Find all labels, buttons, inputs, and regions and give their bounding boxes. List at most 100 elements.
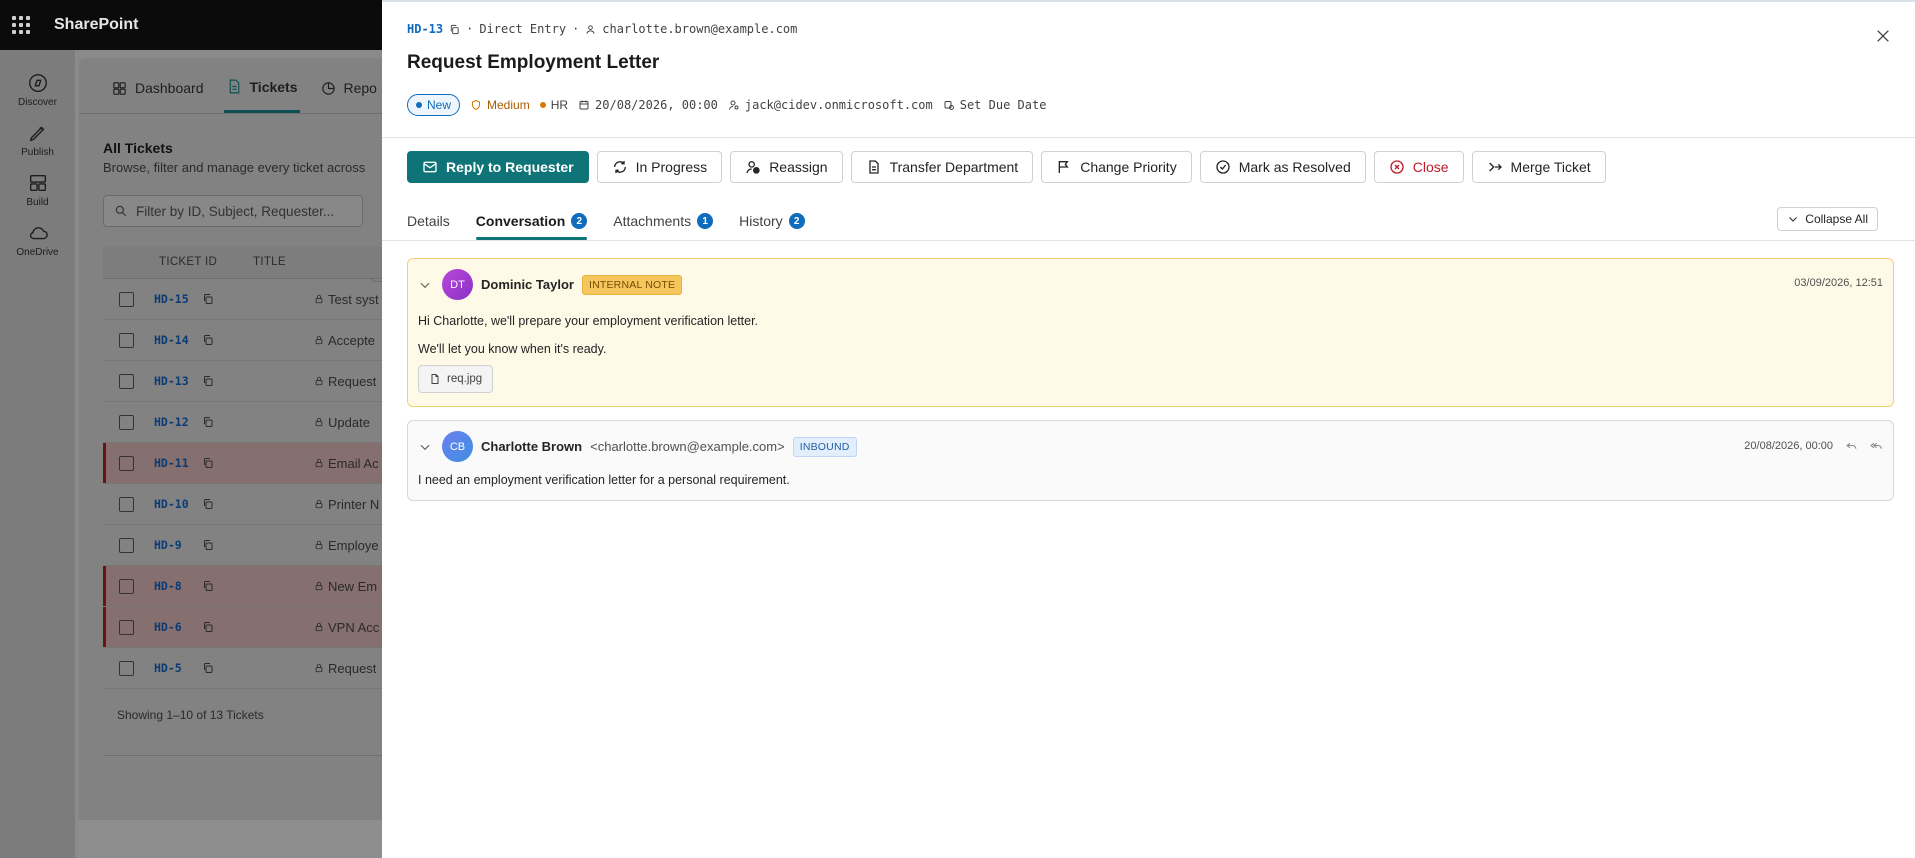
brand-name[interactable]: SharePoint	[54, 16, 138, 34]
copy-icon[interactable]	[449, 24, 460, 35]
chevron-down-icon[interactable]	[418, 440, 432, 454]
assignee-chip[interactable]: jack@cidev.onmicrosoft.com	[728, 98, 933, 112]
row-ticket-id[interactable]: HD-6	[154, 620, 198, 634]
message-internal-note: DT Dominic Taylor INTERNAL NOTE 03/09/20…	[407, 258, 1894, 407]
table-row[interactable]: HD-12 Update	[103, 402, 419, 443]
in-progress-button[interactable]: In Progress	[596, 151, 723, 183]
close-ticket-button[interactable]: Close	[1373, 151, 1464, 183]
sender-name: Charlotte Brown	[481, 439, 583, 454]
row-ticket-id[interactable]: HD-9	[154, 538, 198, 552]
rail-item-build[interactable]: Build	[0, 165, 75, 215]
row-ticket-id[interactable]: HD-8	[154, 579, 198, 593]
reply-to-requester-button[interactable]: Reply to Requester	[407, 151, 589, 183]
row-checkbox[interactable]	[119, 373, 134, 389]
table-row[interactable]: HD-13 Request	[103, 361, 419, 402]
copy-icon[interactable]	[202, 498, 214, 510]
attachment-chip[interactable]: req.jpg	[418, 365, 494, 393]
rail-item-discover[interactable]: Discover	[0, 65, 75, 115]
row-ticket-id[interactable]: HD-11	[154, 456, 198, 470]
app-launcher-icon[interactable]	[0, 0, 42, 50]
department-chip[interactable]: HR	[539, 98, 568, 112]
row-ticket-id[interactable]: HD-13	[154, 374, 198, 388]
table-row[interactable]: HD-6 VPN Acc	[103, 607, 419, 648]
transfer-department-button[interactable]: Transfer Department	[850, 151, 1034, 183]
tab-attachments[interactable]: Attachments 1	[613, 204, 714, 238]
table-row[interactable]: HD-9 Employe	[103, 525, 419, 566]
row-ticket-id[interactable]: HD-15	[154, 292, 198, 306]
message-header: DT Dominic Taylor INTERNAL NOTE	[418, 269, 683, 300]
row-checkbox[interactable]	[119, 291, 134, 307]
button-label: Reassign	[769, 159, 828, 175]
tab-details[interactable]: Details	[407, 204, 450, 238]
chevron-down-icon[interactable]	[418, 278, 432, 292]
tab-reports[interactable]: Repo	[318, 63, 379, 113]
tickets-app: Dashboard Tickets Repo All Tickets Brows…	[79, 58, 419, 858]
status-badge[interactable]: New	[407, 94, 461, 116]
row-checkbox[interactable]	[119, 578, 134, 594]
tab-tickets[interactable]: Tickets	[223, 63, 300, 113]
copy-icon[interactable]	[202, 457, 214, 469]
table-row[interactable]: HD-5 Request	[103, 648, 419, 689]
reply-icon[interactable]	[1845, 439, 1858, 452]
row-checkbox[interactable]	[119, 496, 134, 512]
message-line: Hi Charlotte, we'll prepare your employm…	[418, 314, 759, 328]
count-badge: 2	[571, 213, 588, 229]
row-checkbox[interactable]	[119, 414, 134, 430]
tab-dashboard[interactable]: Dashboard	[109, 63, 206, 113]
copy-icon[interactable]	[202, 416, 214, 428]
rail-label: Discover	[18, 97, 57, 108]
copy-icon[interactable]	[202, 375, 214, 387]
reply-all-icon[interactable]	[1870, 439, 1883, 452]
row-checkbox[interactable]	[119, 660, 134, 676]
timestamp: 20/08/2026, 00:00	[1744, 439, 1833, 452]
row-ticket-id[interactable]: HD-12	[154, 415, 198, 429]
table-row[interactable]: HD-8 New Em	[103, 566, 419, 607]
lock-icon	[315, 663, 323, 673]
row-checkbox[interactable]	[119, 332, 134, 348]
tab-history[interactable]: History 2	[739, 204, 805, 238]
button-label: In Progress	[635, 159, 708, 175]
row-title: New Em	[314, 579, 377, 594]
rail-item-onedrive[interactable]: OneDrive	[0, 215, 75, 265]
priority-chip[interactable]: Medium	[470, 98, 530, 112]
lock-icon	[315, 499, 323, 509]
filter-input[interactable]: Filter by ID, Subject, Requester...	[103, 195, 363, 227]
copy-icon[interactable]	[202, 580, 214, 592]
set-due-date-button[interactable]: Set Due Date	[943, 98, 1046, 112]
row-checkbox[interactable]	[119, 537, 134, 553]
change-priority-button[interactable]: Change Priority	[1041, 151, 1192, 183]
ticket-detail-panel: HD-13 · Direct Entry · charlotte.brown@e…	[382, 0, 1915, 858]
row-title: VPN Acc	[314, 620, 379, 635]
row-checkbox[interactable]	[119, 455, 134, 471]
copy-icon[interactable]	[202, 539, 214, 551]
copy-icon[interactable]	[202, 662, 214, 674]
mark-as-resolved-button[interactable]: Mark as Resolved	[1199, 151, 1366, 183]
reassign-button[interactable]: Reassign	[730, 151, 843, 183]
app-bar: Discover Publish Build OneDrive	[0, 50, 75, 858]
row-ticket-id[interactable]: HD-5	[154, 661, 198, 675]
close-panel-button[interactable]	[1871, 24, 1895, 48]
copy-icon[interactable]	[202, 621, 214, 633]
copy-icon[interactable]	[202, 293, 214, 305]
merge-ticket-button[interactable]: Merge Ticket	[1471, 151, 1606, 183]
collapse-all-button[interactable]: Collapse All	[1777, 207, 1878, 231]
table-row[interactable]: HD-15 Test syst	[103, 279, 419, 320]
table-row[interactable]: HD-11 Email Ac	[103, 443, 419, 484]
row-ticket-id[interactable]: HD-10	[154, 497, 198, 511]
ticket-id[interactable]: HD-13	[407, 22, 443, 36]
column-ticket-id[interactable]: TICKET ID	[103, 256, 253, 268]
row-checkbox[interactable]	[119, 619, 134, 635]
row-ticket-id[interactable]: HD-14	[154, 333, 198, 347]
copy-icon[interactable]	[202, 334, 214, 346]
tab-conversation[interactable]: Conversation 2	[475, 204, 588, 240]
rail-item-publish[interactable]: Publish	[0, 115, 75, 165]
rail-label: Build	[26, 197, 49, 208]
table-row[interactable]: HD-10 Printer N	[103, 484, 419, 525]
priority-label: Medium	[487, 98, 530, 112]
requester-email: charlotte.brown@example.com	[602, 22, 798, 36]
mail-icon	[423, 161, 437, 173]
row-title-text: Update	[328, 414, 370, 430]
divider	[382, 137, 1915, 138]
table-row[interactable]: HD-14 Accepte	[103, 320, 419, 361]
column-title[interactable]: TITLE	[253, 256, 286, 268]
